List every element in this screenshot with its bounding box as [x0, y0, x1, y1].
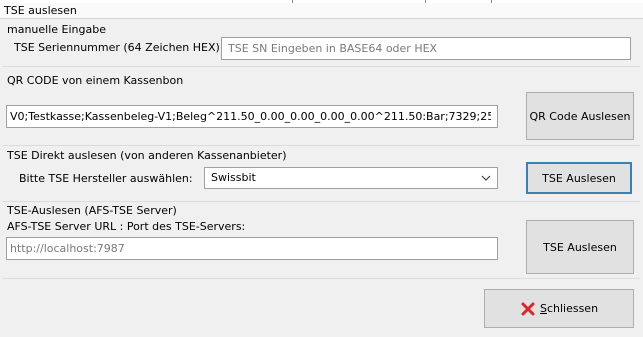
afs-url-input[interactable]: http://localhost:7987: [6, 237, 498, 260]
qr-read-button[interactable]: QR Code Auslesen: [526, 92, 634, 140]
manual-section-label: manuelle Eingabe: [7, 23, 106, 36]
afs-read-button[interactable]: TSE Auslesen: [526, 220, 634, 274]
afs-url-label: AFS-TSE Server URL : Port des TSE-Server…: [7, 220, 246, 233]
window-titlebar: TSE auslesen: [0, 3, 643, 19]
qr-section-label: QR CODE von einem Kassenbon: [7, 74, 184, 87]
manufacturer-selected: Swissbit: [211, 171, 256, 184]
tse-serial-input[interactable]: TSE SN Eingeben in BASE64 oder HEX: [221, 37, 631, 60]
close-button-label: Schliessen: [540, 302, 598, 315]
divider: [3, 66, 640, 67]
qr-code-value: V0;Testkasse;Kassenbeleg-V1;Beleg^211.50…: [10, 110, 491, 123]
qr-code-input[interactable]: V0;Testkasse;Kassenbeleg-V1;Beleg^211.50…: [6, 105, 498, 128]
window-title: TSE auslesen: [4, 4, 77, 17]
close-button[interactable]: Schliessen: [484, 289, 634, 328]
close-button-accelerator: S: [539, 302, 547, 315]
afs-section-label: TSE-Auslesen (AFS-TSE Server): [7, 204, 177, 217]
divider: [3, 145, 640, 146]
manufacturer-label: Bitte TSE Hersteller auswählen:: [19, 172, 193, 185]
tse-serial-placeholder: TSE SN Eingeben in BASE64 oder HEX: [228, 42, 438, 55]
tse-direct-read-button[interactable]: TSE Auslesen: [526, 162, 632, 194]
qr-read-button-label: QR Code Auslesen: [529, 109, 631, 123]
close-icon: [521, 302, 535, 315]
close-button-label-rest: chliessen: [546, 302, 599, 315]
divider: [3, 278, 640, 279]
manufacturer-select[interactable]: Swissbit: [204, 167, 498, 189]
direct-section-label: TSE Direkt auslesen (von anderen Kassena…: [7, 149, 287, 162]
divider: [3, 201, 640, 202]
afs-read-button-label: TSE Auslesen: [543, 240, 617, 254]
tse-direct-read-button-label: TSE Auslesen: [542, 171, 616, 185]
afs-url-value: http://localhost:7987: [10, 242, 125, 255]
tse-serial-label: TSE Seriennummer (64 Zeichen HEX): [14, 41, 220, 54]
chevron-down-icon: [481, 175, 491, 181]
